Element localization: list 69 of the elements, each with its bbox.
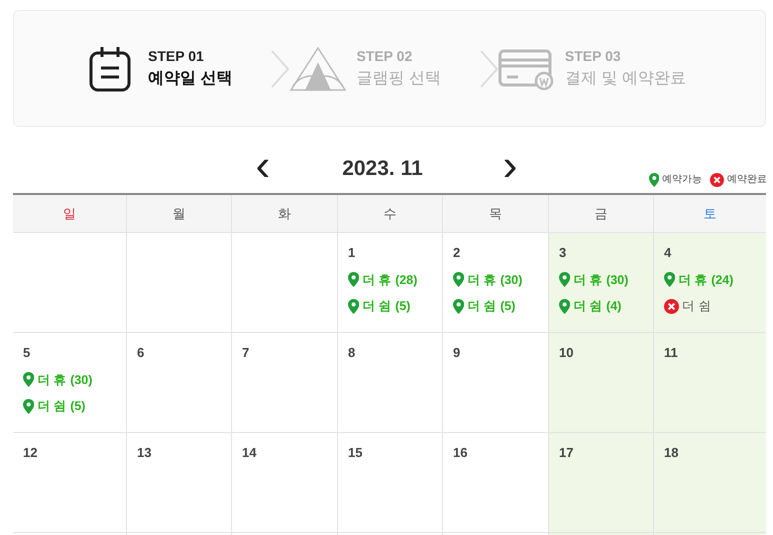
- day-cell[interactable]: 3 더 휴 (30) 더 쉼 (4): [548, 233, 653, 332]
- step-label: 예약일 선택: [148, 69, 232, 89]
- legend-label: 예약가능: [662, 173, 702, 187]
- room-availability: 더 쉼 (5): [362, 298, 410, 316]
- day-cell[interactable]: 4 더 휴 (24) 더 쉼: [653, 233, 766, 332]
- previous-month-button[interactable]: ‹: [256, 144, 270, 188]
- room-availability: 더 휴 (28): [362, 272, 418, 289]
- day-number: 8: [348, 344, 356, 362]
- chevron-right-icon: [270, 48, 290, 88]
- day-cell[interactable]: 10: [548, 333, 653, 432]
- room-availability: 더 휴 (30): [37, 372, 92, 389]
- map-pin-icon: [664, 272, 676, 288]
- x-circle-icon: [710, 172, 724, 186]
- map-pin-icon: [559, 299, 570, 314]
- next-month-button[interactable]: ›: [502, 144, 518, 188]
- room-availability: 더 휴 (24): [678, 272, 734, 289]
- day-number: 3: [559, 244, 566, 262]
- map-pin-icon: [648, 172, 659, 186]
- map-pin-icon: [348, 272, 360, 288]
- room-availability: 더 쉼: [682, 298, 712, 316]
- day-number: 11: [664, 344, 678, 362]
- day-number: 7: [242, 344, 250, 362]
- day-number: 16: [453, 444, 468, 462]
- day-number: 5: [23, 344, 30, 362]
- map-pin-icon: [453, 299, 464, 314]
- calendar-icon: [88, 44, 132, 92]
- map-pin-icon: [453, 272, 464, 288]
- room-availability: 더 쉼 (5): [37, 398, 86, 416]
- day-number: 12: [23, 444, 38, 462]
- day-cell[interactable]: 17: [548, 433, 653, 532]
- day-number: 9: [453, 344, 460, 362]
- day-number: 18: [664, 444, 678, 462]
- map-pin-icon: [348, 299, 360, 314]
- map-pin-icon: [23, 372, 34, 388]
- day-number: 15: [348, 444, 362, 462]
- day-number: 6: [137, 344, 144, 362]
- day-number: 2: [453, 244, 460, 262]
- weekday-header: 일: [62, 204, 77, 223]
- weekday-header: 수: [337, 195, 442, 232]
- x-circle-icon: [664, 299, 679, 314]
- weekday-header: 화: [231, 195, 337, 232]
- map-pin-icon: [559, 272, 570, 288]
- chevron-right-icon: [478, 48, 499, 88]
- room-availability: 더 휴 (30): [467, 272, 522, 289]
- legend-label: 예약완료: [727, 173, 767, 187]
- step-label: 결제 및 예약완료: [564, 69, 686, 89]
- day-number: 4: [664, 244, 672, 262]
- room-availability: 더 휴 (30): [573, 272, 628, 289]
- weekday-header: 금: [548, 195, 653, 232]
- day-cell[interactable]: 18: [653, 433, 766, 532]
- weekday-header: 토: [653, 195, 766, 232]
- room-availability: 더 쉼 (5): [467, 298, 516, 316]
- map-pin-icon: [23, 399, 34, 414]
- month-title: 2023. 11: [342, 156, 423, 182]
- credit-card-icon: [498, 46, 556, 90]
- day-number: 1: [348, 244, 356, 262]
- step-label: 글램핑 선택: [356, 69, 441, 89]
- weekday-header: 목: [442, 195, 548, 232]
- day-number: 14: [242, 444, 256, 462]
- day-cell[interactable]: 11: [653, 333, 766, 432]
- room-availability: 더 쉼 (4): [573, 298, 622, 316]
- step-number: STEP 03: [564, 47, 622, 66]
- weekday-header: 월: [126, 195, 231, 232]
- day-number: 17: [559, 444, 574, 462]
- tent-icon: [288, 46, 348, 92]
- day-number: 13: [137, 444, 152, 462]
- step-number: STEP 01: [148, 47, 205, 66]
- step-number: STEP 02: [356, 47, 414, 66]
- day-number: 10: [559, 344, 574, 362]
